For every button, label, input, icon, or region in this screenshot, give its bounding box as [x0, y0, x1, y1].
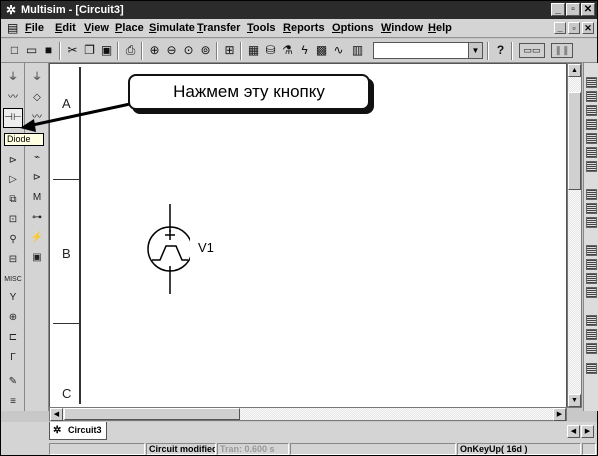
tab-scroll-right-button[interactable]: ▶: [581, 425, 594, 438]
tab-scroll-left-button[interactable]: ◀: [567, 425, 580, 438]
callout-annotation: Нажмем эту кнопку: [128, 74, 370, 110]
status-modified: Circuit modified: [146, 443, 216, 455]
tab-circuit3[interactable]: ✲ Circuit3: [49, 422, 107, 440]
document-tabs: ✲ Circuit3 ◀ ▶: [1, 422, 597, 442]
status-cell-empty: [290, 443, 456, 455]
circuit-icon: ✲: [53, 425, 62, 436]
status-sim-time: Tran: 0.600 s: [217, 443, 289, 455]
status-cell-hint: [49, 443, 145, 455]
status-cell-grip: [582, 443, 596, 455]
tab-circuit3-label: Circuit3: [68, 425, 102, 435]
status-bar: Circuit modified Tran: 0.600 s OnKeyUp( …: [1, 442, 597, 455]
status-key-event: OnKeyUp( 16d ): [457, 443, 581, 455]
diode-tooltip: Diode: [4, 133, 44, 146]
callout-arrow: [20, 102, 131, 132]
